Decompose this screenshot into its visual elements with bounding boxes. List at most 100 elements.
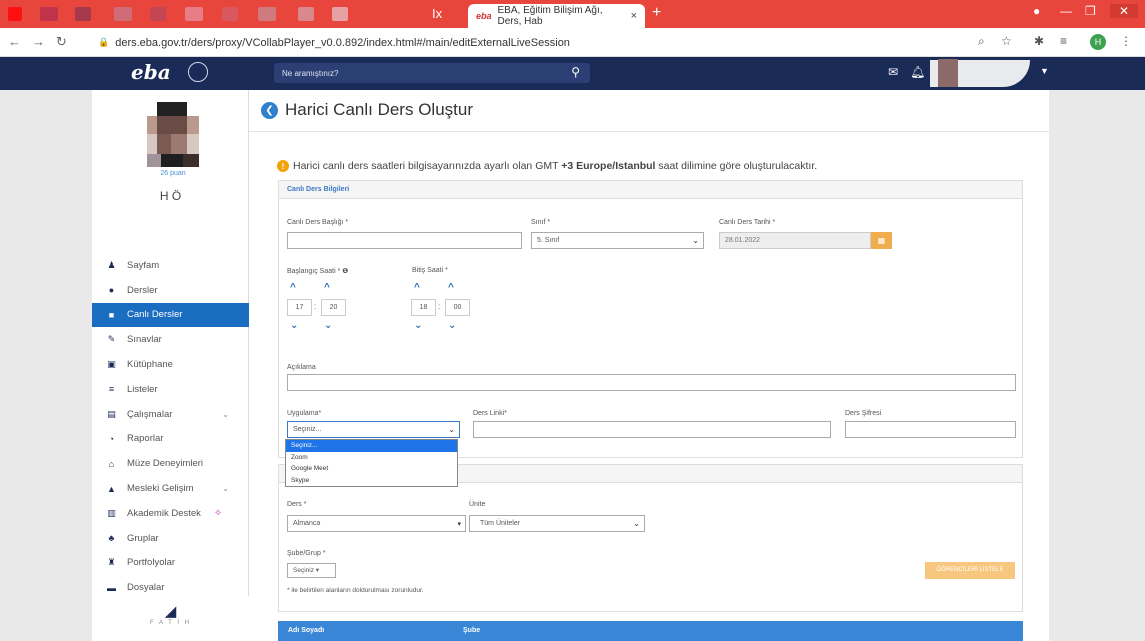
info-timezone: +3 Europe/Istanbul [561, 160, 656, 172]
sidebar-item[interactable]: ♟ Sayfam [92, 253, 249, 278]
lesson-select[interactable]: Almanca ▾ [287, 515, 466, 532]
sidebar-item[interactable]: ♣ Gruplar [92, 526, 249, 551]
search-icon[interactable]: ⚲ [571, 65, 580, 79]
time-colon: : [314, 302, 317, 311]
chevron-down-icon[interactable]: ⌄ [222, 410, 229, 419]
restore-icon[interactable]: ❐ [1085, 4, 1096, 18]
description-input[interactable] [287, 374, 1016, 391]
sidebar-item[interactable]: ▥ Akademik Destek ✧ [92, 501, 249, 526]
minimize-icon[interactable]: — [1060, 4, 1072, 18]
active-tab[interactable]: eba EBA, Eğitim Bilişim Ağı, Ders, Hab × [468, 4, 645, 28]
dropdown-option[interactable]: Skype [286, 475, 457, 487]
start-hour-input[interactable]: 17 [287, 299, 312, 316]
start-time-label-text: Başlangıç Saati * [287, 268, 341, 275]
eba-top-nav: eba Ne aramıştınız? ⚲ ✉ 🔔︎ ▼ [0, 57, 1145, 90]
dropdown-option[interactable]: Zoom [286, 452, 457, 464]
blurred-tab-icon[interactable] [222, 7, 238, 21]
bell-icon[interactable]: 🔔︎ [910, 65, 925, 79]
end-hour-input[interactable]: 18 [411, 299, 436, 316]
reload-icon[interactable]: ↻ [56, 34, 67, 50]
blurred-tab-icon[interactable] [8, 7, 22, 21]
sidebar-item[interactable]: ▣ Kütüphane [92, 352, 249, 377]
blurred-tab-icon[interactable] [298, 7, 314, 21]
start-minute-up-icon[interactable]: ^ [324, 282, 330, 293]
start-minute-down-icon[interactable]: ⌄ [324, 320, 332, 331]
blurred-tab-icon[interactable] [332, 7, 348, 21]
close-window-icon[interactable]: ✕ [1110, 4, 1138, 18]
extensions-icon[interactable]: ✱ [1034, 34, 1044, 48]
blurred-tab-icon[interactable] [258, 7, 276, 21]
url-text: ders.eba.gov.tr/ders/proxy/VCollabPlayer… [115, 36, 570, 49]
start-minute-input[interactable]: 20 [321, 299, 346, 316]
end-minute-input[interactable]: 00 [445, 299, 470, 316]
dropdown-option[interactable]: Seçiniz... [286, 440, 457, 452]
blurred-tab-icon[interactable] [114, 7, 132, 21]
end-time-label: Bitiş Saati * [412, 267, 448, 274]
start-time-label: Başlangıç Saati * ❶ [287, 267, 348, 275]
password-input[interactable] [845, 421, 1016, 438]
blurred-tab-icon[interactable] [185, 7, 203, 21]
record-icon[interactable]: ● [1033, 4, 1040, 18]
column-name: Adı Soyadı [288, 627, 325, 634]
end-minute-up-icon[interactable]: ^ [448, 282, 454, 293]
title-divider [249, 131, 1049, 132]
application-dropdown: Seçiniz... Zoom Google Meet Skype [285, 439, 458, 487]
sidebar-item[interactable]: ♜ Portfolyolar [92, 551, 249, 576]
sidebar-item[interactable]: ■ Canlı Dersler [92, 302, 249, 328]
star-icon[interactable]: ☆ [1001, 34, 1012, 48]
end-hour-down-icon[interactable]: ⌄ [414, 320, 422, 331]
profile-photo[interactable] [147, 102, 199, 174]
chevron-down-icon[interactable]: ▼ [1040, 66, 1049, 76]
unit-select[interactable]: Tüm Üniteler ⌄ [469, 515, 645, 532]
back-icon[interactable]: ← [8, 34, 21, 49]
book-icon: ▣ [107, 359, 116, 370]
sidebar-item-label: Dosyalar [127, 582, 165, 594]
dropdown-option[interactable]: Google Meet [286, 463, 457, 475]
start-hour-up-icon[interactable]: ^ [290, 282, 296, 293]
tab-favicon-icon[interactable]: Ix [432, 6, 442, 21]
sidebar-item-label: Gruplar [127, 532, 159, 544]
title-input[interactable] [287, 232, 522, 249]
info-text-suffix: saat dilimine göre oluşturulacaktır. [655, 160, 818, 172]
blurred-tab-icon[interactable] [75, 7, 91, 21]
eba-logo[interactable]: eba [131, 60, 171, 84]
end-hour-up-icon[interactable]: ^ [414, 282, 420, 293]
mail-icon[interactable]: ✉ [888, 65, 898, 79]
sidebar-item[interactable]: ✎ Sınavlar [92, 327, 249, 352]
description-label: Açıklama [287, 364, 316, 371]
menu-icon[interactable]: ⋮ [1120, 34, 1132, 48]
blurred-tab-icon[interactable] [40, 7, 58, 21]
date-input[interactable]: 28.01.2022 [719, 232, 871, 249]
works-icon: ▤ [107, 408, 116, 419]
sidebar-item-label: Çalışmalar [127, 408, 173, 420]
sidebar-item[interactable]: ◔ Raporlar [92, 427, 249, 452]
bars-icon: ▥ [107, 507, 116, 518]
sidebar-item[interactable]: ● Dersler [92, 278, 249, 303]
tab-close-icon[interactable]: × [631, 10, 637, 22]
sidebar-item[interactable]: ▲ Mesleki Gelişim ⌄ [92, 476, 249, 501]
start-hour-down-icon[interactable]: ⌄ [290, 320, 298, 331]
browser-tab-bar: Ix eba EBA, Eğitim Bilişim Ağı, Ders, Ha… [0, 0, 1145, 28]
new-tab-button[interactable]: + [652, 4, 661, 22]
back-button[interactable]: ❮ [261, 101, 278, 119]
sidebar-item[interactable]: ⌂ Müze Deneyimleri [92, 451, 249, 476]
list-students-button[interactable]: ÖĞRENCİLERİ LİSTELE [925, 562, 1015, 579]
blurred-tab-icon[interactable] [150, 7, 166, 21]
user-avatar[interactable] [938, 59, 958, 87]
sidebar-item[interactable]: ▤ Çalışmalar ⌄ [92, 402, 249, 427]
info-icon[interactable]: ❶ [342, 268, 348, 275]
link-input[interactable] [473, 421, 831, 438]
class-select[interactable]: 5. Sınıf ⌄ [531, 232, 704, 249]
chevron-down-icon[interactable]: ⌄ [222, 484, 229, 493]
reading-list-icon[interactable]: ≡ [1060, 34, 1067, 48]
profile-avatar[interactable]: H [1090, 34, 1106, 50]
sidebar-item[interactable]: ≡ Listeler [92, 377, 249, 402]
forward-icon[interactable]: → [32, 34, 45, 49]
zoom-icon[interactable]: ⌕ [978, 34, 985, 49]
application-select[interactable]: Seçiniz... ⌄ [287, 421, 460, 438]
group-select[interactable]: Seçiniz ▾ [287, 563, 336, 578]
url-field[interactable]: 🔒 ders.eba.gov.tr/ders/proxy/VCollabPlay… [98, 32, 998, 53]
end-minute-down-icon[interactable]: ⌄ [448, 320, 456, 331]
calendar-icon[interactable]: ▦ [871, 232, 892, 249]
search-input[interactable]: Ne aramıştınız? ⚲ [274, 63, 590, 83]
